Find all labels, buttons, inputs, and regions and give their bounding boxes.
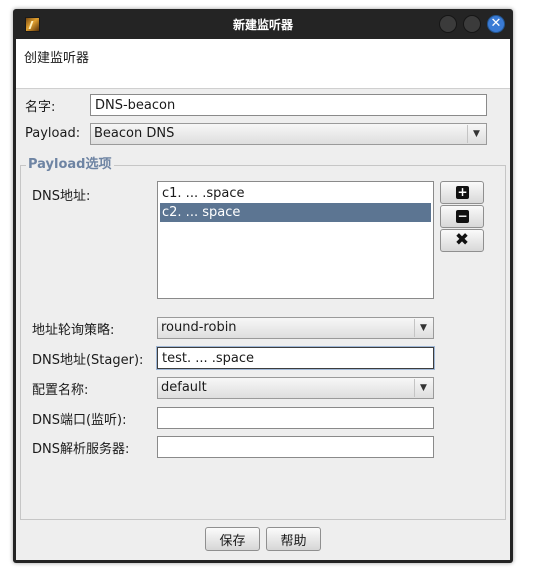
payload-options-title: Payload选项 (26, 153, 114, 172)
chevron-down-icon: ▼ (467, 125, 485, 143)
rotation-select[interactable]: round-robin ▼ (157, 317, 434, 339)
header-text: 创建监听器 (24, 51, 90, 66)
close-button[interactable]: ✕ (487, 15, 505, 33)
payload-select[interactable]: Beacon DNS ▼ (90, 123, 487, 145)
resolver-input[interactable] (157, 436, 434, 458)
rotation-select-value: round-robin (161, 320, 237, 335)
title-bar[interactable]: 新建监听器 ✕ (13, 9, 513, 39)
payload-label: Payload: (25, 126, 81, 141)
stager-input[interactable] (156, 346, 435, 370)
dns-hosts-list[interactable]: c1. ... .space c2. ... space (157, 181, 434, 299)
port-label: DNS端口(监听): (32, 413, 127, 428)
profile-select-value: default (161, 380, 207, 395)
list-item[interactable]: c1. ... .space (160, 184, 431, 203)
save-button[interactable]: 保存 (205, 527, 260, 551)
help-button[interactable]: 帮助 (266, 527, 321, 551)
port-input[interactable] (157, 407, 434, 429)
dialog-content: 创建监听器 名字: Payload: Beacon DNS ▼ Payload选… (16, 39, 510, 560)
plus-icon: + (456, 185, 469, 199)
name-label: 名字: (25, 100, 56, 115)
name-input[interactable] (90, 94, 487, 116)
dialog-header: 创建监听器 (16, 39, 510, 89)
window-title: 新建监听器 (232, 18, 293, 32)
clear-hosts-button[interactable]: ✖ (440, 229, 484, 252)
profile-label: 配置名称: (32, 383, 89, 398)
maximize-button[interactable] (463, 15, 481, 33)
minimize-button[interactable] (439, 15, 457, 33)
profile-select[interactable]: default ▼ (157, 377, 434, 399)
rotation-label: 地址轮询策略: (32, 323, 115, 338)
stager-label: DNS地址(Stager): (32, 353, 144, 368)
close-icon: ✕ (490, 16, 502, 31)
chevron-down-icon: ▼ (414, 379, 432, 397)
chevron-down-icon: ▼ (414, 319, 432, 337)
minus-icon: − (456, 209, 469, 223)
dns-hosts-label: DNS地址: (32, 189, 91, 204)
add-host-button[interactable]: + (440, 181, 484, 204)
x-icon: ✖ (454, 230, 470, 250)
payload-select-value: Beacon DNS (94, 126, 175, 141)
resolver-label: DNS解析服务器: (32, 442, 130, 457)
dialog-window: 新建监听器 ✕ 创建监听器 名字: Payload: Beacon DNS ▼ … (13, 9, 513, 563)
remove-host-button[interactable]: − (440, 205, 484, 228)
list-item-selected[interactable]: c2. ... space (160, 203, 431, 222)
